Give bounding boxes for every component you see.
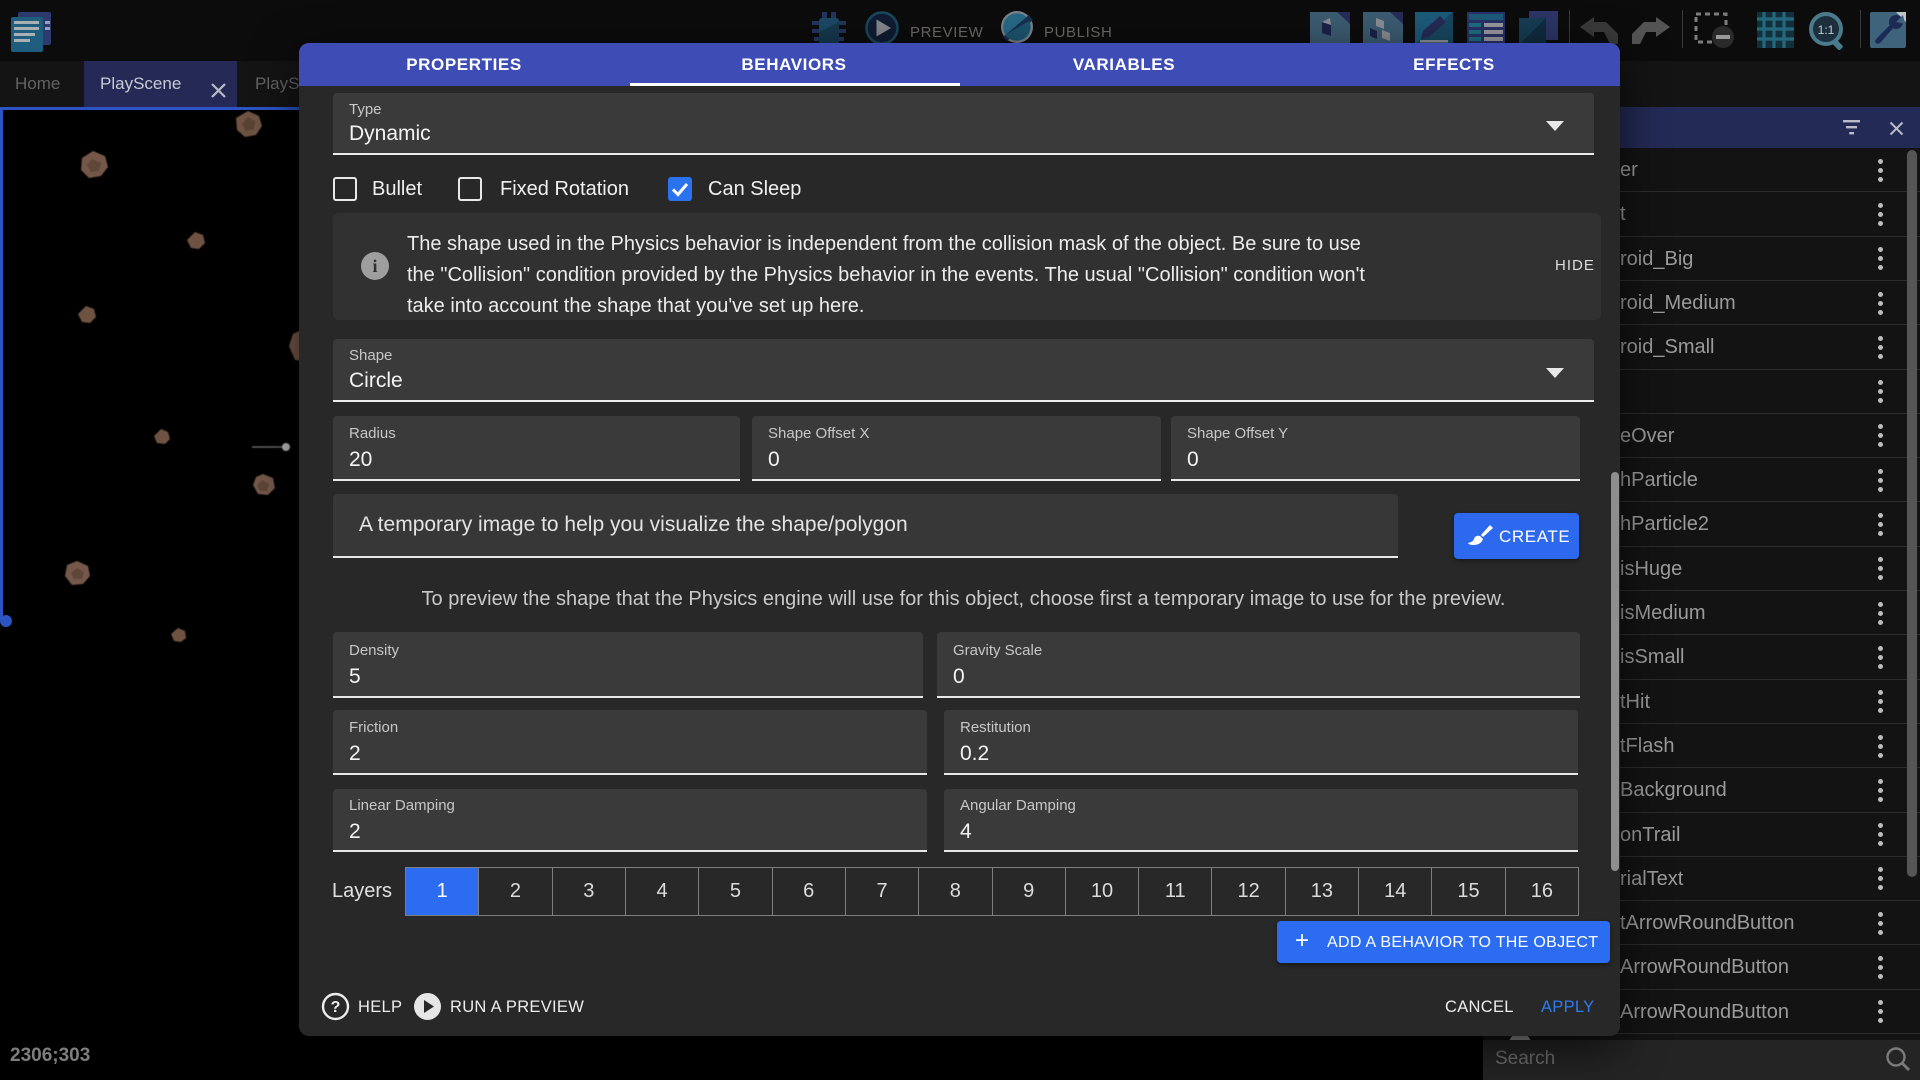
svg-text:?: ?: [331, 999, 341, 1016]
svg-text:1:1: 1:1: [1818, 23, 1835, 37]
